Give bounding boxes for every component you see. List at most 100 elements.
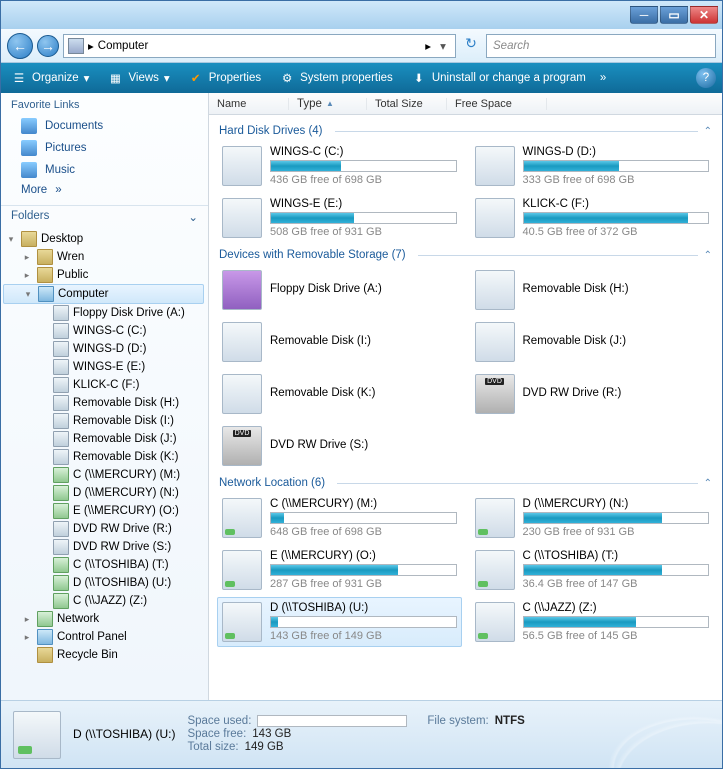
organize-button[interactable]: ☰Organize▾: [7, 68, 93, 88]
column-name[interactable]: Name: [209, 98, 289, 110]
column-type[interactable]: Type▲: [289, 98, 367, 110]
uninstall-button[interactable]: ⬇Uninstall or change a program: [407, 68, 590, 88]
usage-bar: [523, 564, 710, 576]
expand-icon[interactable]: ▸: [21, 252, 33, 263]
tree-node[interactable]: Removable Disk (H:): [3, 394, 204, 412]
group-header[interactable]: Network Location (6)⌃: [213, 471, 718, 493]
drive-item[interactable]: DVD RW Drive (S:): [217, 421, 462, 471]
group-header[interactable]: Hard Disk Drives (4)⌃: [213, 119, 718, 141]
drive-item[interactable]: C (\\JAZZ) (Z:)56.5 GB free of 145 GB: [470, 597, 715, 647]
drive-icon: [475, 270, 515, 310]
tree-node[interactable]: Recycle Bin: [3, 646, 204, 664]
system-properties-button[interactable]: ⚙System properties: [275, 68, 397, 88]
drive-item[interactable]: WINGS-D (D:)333 GB free of 698 GB: [470, 141, 715, 191]
refresh-button[interactable]: ↻: [460, 35, 482, 57]
tree-node[interactable]: ▾Computer: [3, 284, 204, 304]
navigation-pane: Favorite Links DocumentsPicturesMusic Mo…: [1, 93, 209, 700]
drive-item[interactable]: D (\\TOSHIBA) (U:)143 GB free of 149 GB: [217, 597, 462, 647]
tree-node[interactable]: C (\\MERCURY) (M:): [3, 466, 204, 484]
tree-node[interactable]: WINGS-E (E:): [3, 358, 204, 376]
tree-node[interactable]: ▸Control Panel: [3, 628, 204, 646]
tree-node[interactable]: E (\\MERCURY) (O:): [3, 502, 204, 520]
tree-node[interactable]: Removable Disk (K:): [3, 448, 204, 466]
drive-icon: [222, 322, 262, 362]
tree-node[interactable]: ▸Wren: [3, 248, 204, 266]
tree-node[interactable]: ▾Desktop: [3, 230, 204, 248]
tree-node[interactable]: ▸Public: [3, 266, 204, 284]
drive-item[interactable]: C (\\TOSHIBA) (T:)36.4 GB free of 147 GB: [470, 545, 715, 595]
favorites-more[interactable]: More»: [1, 181, 208, 199]
usage-bar: [270, 564, 457, 576]
collapse-icon[interactable]: ⌃: [704, 478, 712, 489]
expand-icon[interactable]: ▸: [21, 270, 33, 281]
folder-icon: [21, 140, 37, 156]
tree-node[interactable]: Removable Disk (I:): [3, 412, 204, 430]
selected-drive-name: D (\\TOSHIBA) (U:): [73, 727, 175, 741]
favorite-link[interactable]: Music: [1, 159, 208, 181]
tree-node[interactable]: KLICK-C (F:): [3, 376, 204, 394]
chevron-down-icon: ⌄: [188, 210, 198, 224]
expand-icon[interactable]: ▾: [5, 234, 17, 245]
tree-node[interactable]: D (\\TOSHIBA) (U:): [3, 574, 204, 592]
maximize-button[interactable]: ▭: [660, 6, 688, 24]
column-total-size[interactable]: Total Size: [367, 98, 447, 110]
close-button[interactable]: ✕: [690, 6, 718, 24]
drive-icon: [222, 146, 262, 186]
collapse-icon[interactable]: ⌃: [704, 126, 712, 137]
views-button[interactable]: ▦Views▾: [103, 68, 173, 88]
tree-node[interactable]: C (\\JAZZ) (Z:): [3, 592, 204, 610]
tree-node[interactable]: D (\\MERCURY) (N:): [3, 484, 204, 502]
tree-node[interactable]: DVD RW Drive (R:): [3, 520, 204, 538]
drive-item[interactable]: C (\\MERCURY) (M:)648 GB free of 698 GB: [217, 493, 462, 543]
breadcrumb-location[interactable]: Computer: [98, 40, 421, 52]
tree-node[interactable]: WINGS-C (C:): [3, 322, 204, 340]
drive-icon: [475, 374, 515, 414]
address-bar[interactable]: ▸ Computer ▸ ▾: [63, 34, 456, 58]
nav-bar: ← → ▸ Computer ▸ ▾ ↻ Search: [1, 29, 722, 63]
drive-icon: [222, 602, 262, 642]
folders-header[interactable]: Folders⌄: [1, 205, 208, 228]
address-dropdown[interactable]: ▾: [435, 39, 451, 53]
drive-icon: [222, 498, 262, 538]
overflow-chevron[interactable]: »: [600, 72, 606, 84]
column-free-space[interactable]: Free Space: [447, 98, 547, 110]
tree-node[interactable]: Removable Disk (J:): [3, 430, 204, 448]
tree-icon: [53, 449, 69, 465]
minimize-button[interactable]: ─: [630, 6, 658, 24]
tree-icon: [37, 629, 53, 645]
drive-item[interactable]: WINGS-C (C:)436 GB free of 698 GB: [217, 141, 462, 191]
expand-icon[interactable]: ▸: [21, 614, 33, 625]
drive-icon: [222, 270, 262, 310]
search-input[interactable]: Search: [486, 34, 716, 58]
collapse-icon[interactable]: ⌃: [704, 250, 712, 261]
tree-icon: [37, 267, 53, 283]
favorite-link[interactable]: Documents: [1, 115, 208, 137]
usage-bar: [270, 512, 457, 524]
back-button[interactable]: ←: [7, 33, 33, 59]
drive-item[interactable]: Removable Disk (K:): [217, 369, 462, 419]
properties-button[interactable]: ✔Properties: [184, 68, 265, 88]
expand-icon[interactable]: ▾: [22, 289, 34, 300]
group-header[interactable]: Devices with Removable Storage (7)⌃: [213, 243, 718, 265]
favorite-link[interactable]: Pictures: [1, 137, 208, 159]
drive-item[interactable]: WINGS-E (E:)508 GB free of 931 GB: [217, 193, 462, 243]
drive-item[interactable]: D (\\MERCURY) (N:)230 GB free of 931 GB: [470, 493, 715, 543]
drive-item[interactable]: E (\\MERCURY) (O:)287 GB free of 931 GB: [217, 545, 462, 595]
drive-item[interactable]: Removable Disk (J:): [470, 317, 715, 367]
tree-icon: [53, 467, 69, 483]
titlebar: ─ ▭ ✕: [1, 1, 722, 29]
tree-node[interactable]: DVD RW Drive (S:): [3, 538, 204, 556]
tree-node[interactable]: Floppy Disk Drive (A:): [3, 304, 204, 322]
tree-node[interactable]: WINGS-D (D:): [3, 340, 204, 358]
drive-item[interactable]: Floppy Disk Drive (A:): [217, 265, 462, 315]
expand-icon[interactable]: ▸: [21, 632, 33, 643]
tree-node[interactable]: C (\\TOSHIBA) (T:): [3, 556, 204, 574]
tree-icon: [38, 286, 54, 302]
drive-item[interactable]: DVD RW Drive (R:): [470, 369, 715, 419]
forward-button[interactable]: →: [37, 35, 59, 57]
drive-item[interactable]: Removable Disk (H:): [470, 265, 715, 315]
drive-item[interactable]: Removable Disk (I:): [217, 317, 462, 367]
drive-item[interactable]: KLICK-C (F:)40.5 GB free of 372 GB: [470, 193, 715, 243]
tree-node[interactable]: ▸Network: [3, 610, 204, 628]
help-button[interactable]: ?: [696, 68, 716, 88]
